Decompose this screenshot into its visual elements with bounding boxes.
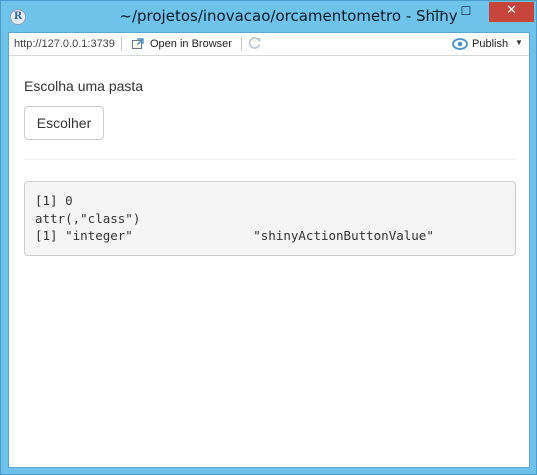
publish-icon[interactable] [452, 37, 468, 51]
output-line: attr(,"class") [35, 210, 141, 226]
output-line: [1] "integer" "shinyActionButtonValue" [35, 228, 434, 243]
title-bar[interactable]: R ~/projetos/inovacao/orcamentometro - S… [1, 1, 536, 33]
refresh-icon[interactable] [248, 36, 262, 50]
folder-prompt-label: Escolha uma pasta [24, 78, 144, 94]
rstudio-viewer-window: R ~/projetos/inovacao/orcamentometro - S… [0, 0, 537, 475]
publish-button[interactable]: Publish [472, 38, 508, 50]
choose-folder-button[interactable]: Escolher [24, 106, 104, 140]
open-in-browser-icon[interactable] [132, 38, 144, 49]
toolbar-separator [241, 37, 242, 51]
divider [24, 159, 516, 160]
shiny-app-content: Escolha uma pasta Escolher [1] 0 attr(,"c… [9, 57, 529, 467]
open-in-browser-button[interactable]: Open in Browser [150, 38, 232, 50]
verbatim-output: [1] 0 attr(,"class") [1] "integer" "shinyA… [24, 181, 516, 256]
maximize-button[interactable]: ☐ [453, 2, 479, 22]
viewer-frame: http://127.0.0.1:3739 Open in Browser Pu… [8, 32, 530, 468]
close-button[interactable]: ✕ [489, 2, 534, 22]
url-label: http://127.0.0.1:3739 [14, 38, 115, 50]
toolbar-separator [121, 37, 122, 51]
chevron-down-icon[interactable]: ▼ [515, 38, 523, 47]
output-line: [1] 0 [35, 193, 73, 208]
viewer-toolbar: http://127.0.0.1:3739 Open in Browser Pu… [9, 33, 529, 56]
minimize-button[interactable]: — [425, 2, 451, 22]
